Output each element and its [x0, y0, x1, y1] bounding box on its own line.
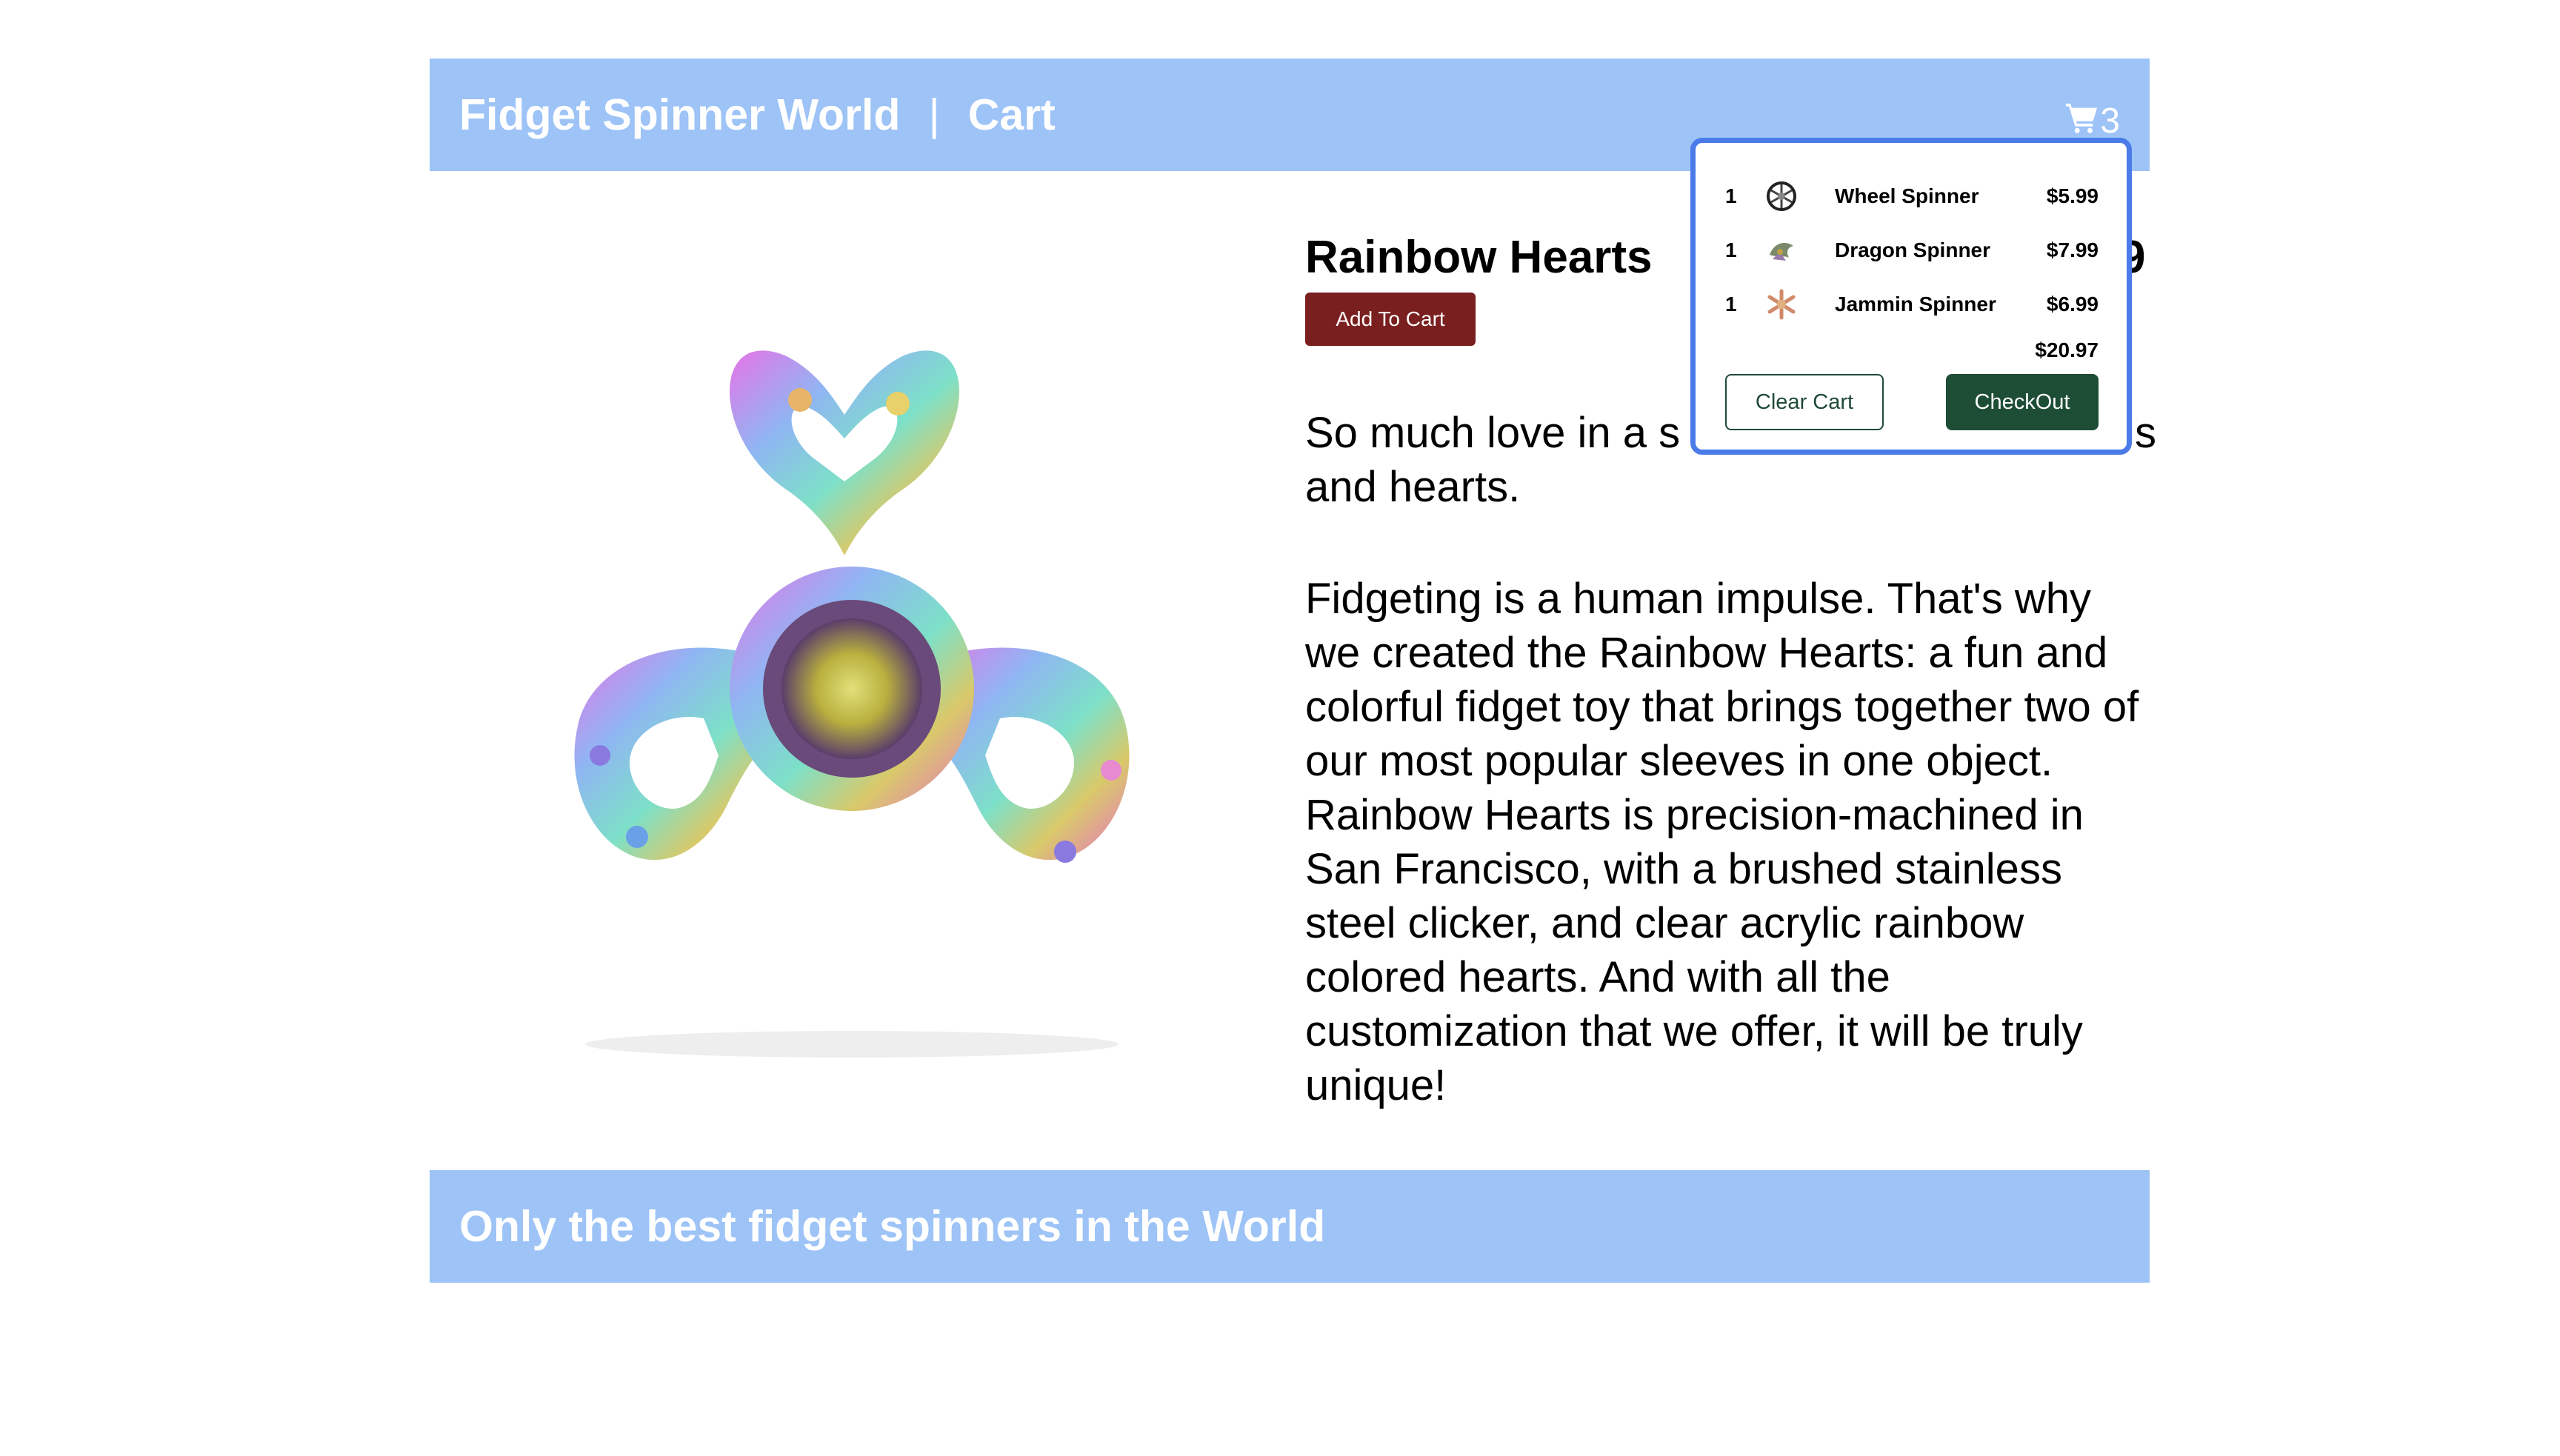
- product-description: Fidgeting is a human impulse. That's why…: [1305, 575, 2139, 1109]
- cart-item: 1 Jammin Spinner $6.99: [1696, 282, 2127, 327]
- shopping-cart-icon: [2066, 103, 2098, 133]
- product-image: [459, 244, 1244, 1081]
- header-nav: Fidget Spinner World | Cart: [459, 87, 1056, 143]
- product-title: Rainbow Hearts: [1305, 232, 1653, 283]
- footer-tagline: Only the best fidget spinners in the Wor…: [459, 1202, 1326, 1251]
- cart-dropdown: 1 Wheel Spinner $5.99 1 Dragon Spinner $…: [1690, 138, 2132, 455]
- product-tagline-start: So much love in a s: [1305, 409, 1681, 457]
- product-tagline-hidden-end: s: [2135, 409, 2156, 457]
- cart-item-name: Wheel Spinner: [1835, 184, 1979, 207]
- site-footer: Only the best fidget spinners in the Wor…: [430, 1170, 2150, 1283]
- cart-count-badge: 3: [2100, 101, 2120, 141]
- checkout-button[interactable]: CheckOut: [1946, 374, 2099, 430]
- cart-item: 1 Wheel Spinner $5.99: [1696, 174, 2127, 218]
- clear-cart-button[interactable]: Clear Cart: [1725, 374, 1884, 430]
- rainbow-hearts-spinner-image: [574, 350, 1130, 1058]
- cart-item: 1 Dragon Spinner $7.99: [1696, 228, 2127, 273]
- cart-item-qty: 1: [1725, 293, 1737, 315]
- cart-button[interactable]: 3: [2064, 92, 2120, 144]
- cart-item-price: $7.99: [2046, 238, 2099, 261]
- site-name-link[interactable]: Fidget Spinner World: [459, 90, 900, 139]
- header-separator: |: [928, 90, 940, 139]
- wheel-spinner-thumb: [1767, 181, 1796, 211]
- product-tagline-end: and hearts.: [1305, 463, 1521, 511]
- cart-item-qty: 1: [1725, 184, 1737, 207]
- cart-item-qty: 1: [1725, 238, 1737, 261]
- cart-item-name: Dragon Spinner: [1835, 238, 1991, 261]
- cart-item-price: $5.99: [2046, 184, 2099, 207]
- cart-total: $20.97: [2035, 338, 2099, 361]
- dragon-spinner-thumb: [1770, 243, 1793, 261]
- jammin-spinner-thumb: [1767, 289, 1796, 320]
- cart-item-name: Jammin Spinner: [1835, 293, 1996, 315]
- cart-link[interactable]: Cart: [968, 90, 1056, 139]
- add-to-cart-button[interactable]: Add To Cart: [1305, 293, 1476, 346]
- cart-item-price: $6.99: [2046, 293, 2099, 315]
